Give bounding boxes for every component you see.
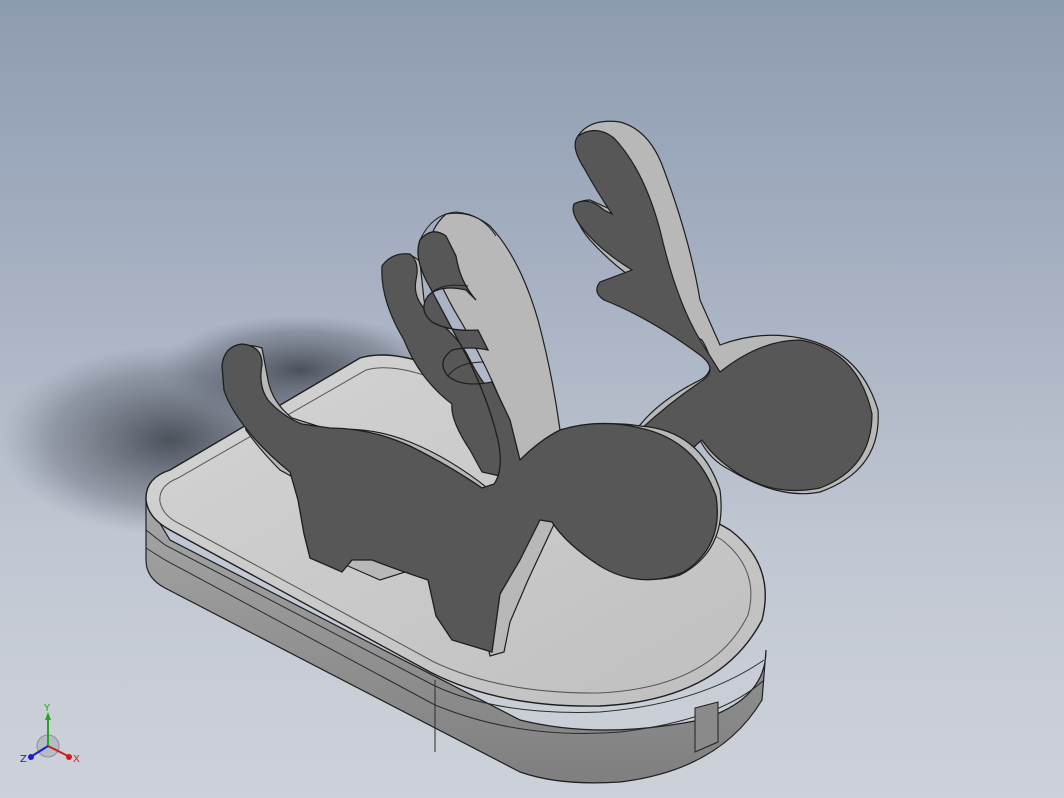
z-axis-label: Z	[20, 754, 27, 765]
y-axis-label: Y	[43, 703, 51, 714]
model-view[interactable]	[0, 0, 1064, 798]
coordinate-triad[interactable]: Y X Z	[14, 702, 88, 776]
x-axis-label: X	[73, 754, 80, 765]
graphics-viewport[interactable]: Y X Z	[0, 0, 1064, 798]
